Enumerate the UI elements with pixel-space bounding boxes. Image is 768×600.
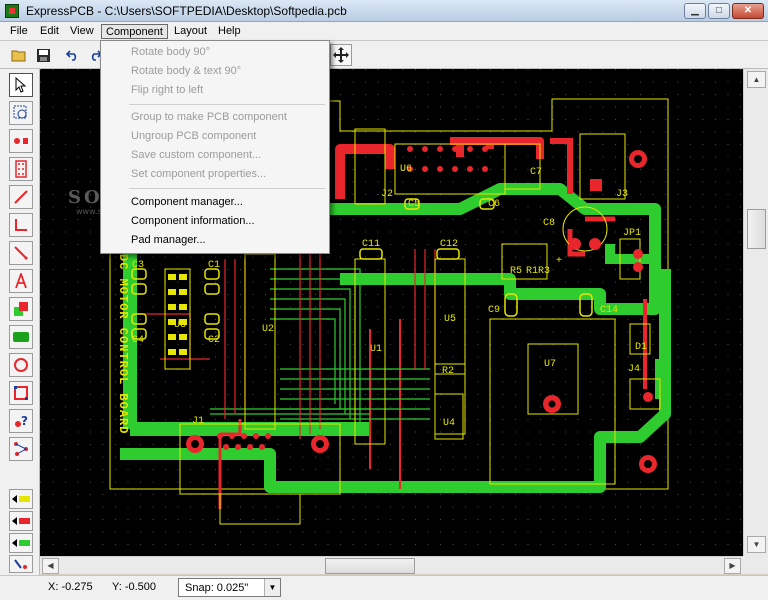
scroll-down-icon[interactable]: ▼ bbox=[747, 536, 766, 553]
maximize-button[interactable]: □ bbox=[708, 3, 730, 19]
select-arrow-icon[interactable] bbox=[9, 73, 33, 97]
menu-component-manager[interactable]: Component manager... bbox=[101, 193, 329, 212]
component-menu-dropdown: Rotate body 90° Rotate body & text 90° F… bbox=[100, 40, 330, 254]
vertical-scroll-thumb[interactable] bbox=[747, 209, 766, 249]
snap-value: Snap: 0.025" bbox=[185, 582, 249, 594]
app-icon bbox=[5, 4, 19, 18]
pad-icon[interactable] bbox=[9, 129, 33, 153]
label-c6: C6 bbox=[488, 199, 500, 210]
window-title: ExpressPCB - C:\Users\SOFTPEDIA\Desktop\… bbox=[26, 4, 347, 18]
menu-component[interactable]: Component bbox=[101, 24, 168, 39]
x-coordinate: X: -0.275 bbox=[48, 581, 93, 593]
label-d1: D1 bbox=[635, 342, 647, 353]
title-bar: ExpressPCB - C:\Users\SOFTPEDIA\Desktop\… bbox=[0, 0, 768, 22]
chevron-down-icon[interactable]: ▼ bbox=[264, 579, 280, 596]
label-c14: C14 bbox=[600, 305, 618, 316]
label-r3: R3 bbox=[538, 266, 550, 277]
menu-separator bbox=[129, 104, 325, 105]
trace-icon[interactable] bbox=[9, 185, 33, 209]
scroll-up-icon[interactable]: ▲ bbox=[747, 71, 766, 88]
label-c2: C2 bbox=[208, 335, 220, 346]
menu-view[interactable]: View bbox=[66, 24, 98, 39]
save-icon[interactable] bbox=[32, 44, 54, 66]
query-icon[interactable]: ? bbox=[9, 409, 33, 433]
menu-flip[interactable]: Flip right to left bbox=[101, 81, 329, 100]
label-c11: C11 bbox=[362, 239, 380, 250]
menu-set-properties[interactable]: Set component properties... bbox=[101, 165, 329, 184]
menu-ungroup[interactable]: Ungroup PCB component bbox=[101, 127, 329, 146]
scroll-left-icon[interactable]: ◀ bbox=[42, 558, 59, 574]
menu-pad-manager[interactable]: Pad manager... bbox=[101, 231, 329, 250]
corner-trace-icon[interactable] bbox=[9, 213, 33, 237]
ground-plane-icon[interactable] bbox=[9, 325, 33, 349]
label-c7: C7 bbox=[530, 167, 542, 178]
label-u5: U5 bbox=[444, 314, 456, 325]
y-coordinate: Y: -0.500 bbox=[112, 581, 157, 593]
rectangle-icon[interactable] bbox=[9, 381, 33, 405]
zoom-select-icon[interactable] bbox=[9, 101, 33, 125]
scrollbar-corner bbox=[743, 556, 768, 574]
label-j2: J2 bbox=[381, 189, 393, 200]
menu-edit[interactable]: Edit bbox=[36, 24, 63, 39]
layer-toggle-icon[interactable] bbox=[9, 555, 33, 573]
vertical-scrollbar[interactable]: ▲ ▼ bbox=[743, 69, 768, 556]
label-plus: + bbox=[556, 256, 562, 267]
undo-icon[interactable] bbox=[62, 44, 84, 66]
menu-help[interactable]: Help bbox=[214, 24, 245, 39]
close-button[interactable]: ✕ bbox=[732, 3, 764, 19]
label-r5: R5 bbox=[510, 266, 522, 277]
label-c8: C8 bbox=[543, 218, 555, 229]
fill-plane-icon[interactable] bbox=[9, 297, 33, 321]
menu-group[interactable]: Group to make PCB component bbox=[101, 108, 329, 127]
diagonal-trace-icon[interactable] bbox=[9, 241, 33, 265]
open-folder-icon[interactable] bbox=[8, 44, 30, 66]
label-j1: J1 bbox=[192, 416, 204, 427]
label-r2: R2 bbox=[442, 366, 454, 377]
circle-icon[interactable] bbox=[9, 353, 33, 377]
menu-separator bbox=[129, 188, 325, 189]
label-c12: C12 bbox=[440, 239, 458, 250]
layer-copper-bottom-icon[interactable] bbox=[9, 533, 33, 553]
horizontal-scroll-thumb[interactable] bbox=[325, 558, 415, 574]
menu-layout[interactable]: Layout bbox=[170, 24, 211, 39]
label-j4: J4 bbox=[628, 364, 640, 375]
horizontal-scrollbar[interactable]: ◀ ▶ bbox=[40, 556, 743, 574]
label-jp1: JP1 bbox=[623, 228, 641, 239]
netlist-icon[interactable] bbox=[9, 437, 33, 461]
menu-component-information[interactable]: Component information... bbox=[101, 212, 329, 231]
menu-rotate-body[interactable]: Rotate body 90° bbox=[101, 43, 329, 62]
tool-palette: ? bbox=[0, 69, 40, 575]
layer-copper-top-icon[interactable] bbox=[9, 511, 33, 531]
menu-save-custom[interactable]: Save custom component... bbox=[101, 146, 329, 165]
label-u1: U1 bbox=[370, 344, 382, 355]
component-icon[interactable] bbox=[9, 157, 33, 181]
menu-rotate-body-text[interactable]: Rotate body & text 90° bbox=[101, 62, 329, 81]
label-u2: U2 bbox=[262, 324, 274, 335]
svg-text:?: ? bbox=[21, 414, 28, 428]
label-r1: R1 bbox=[526, 266, 538, 277]
label-j3: J3 bbox=[616, 189, 628, 200]
status-bar: X: -0.275 Y: -0.500 Snap: 0.025" ▼ bbox=[0, 575, 768, 600]
label-c4: C4 bbox=[132, 335, 144, 346]
label-u3: U3 bbox=[174, 320, 186, 331]
menu-bar: File Edit View Component Layout Help bbox=[0, 22, 768, 41]
label-u6: U6 bbox=[400, 164, 412, 175]
snap-select[interactable]: Snap: 0.025" ▼ bbox=[178, 578, 281, 597]
label-c9: C9 bbox=[488, 305, 500, 316]
minimize-button[interactable]: ▁ bbox=[684, 3, 706, 19]
label-c1: C1 bbox=[208, 260, 220, 271]
label-u4: U4 bbox=[443, 418, 455, 429]
menu-file[interactable]: File bbox=[6, 24, 32, 39]
label-c5: C5 bbox=[408, 199, 420, 210]
label-c3: C3 bbox=[132, 260, 144, 271]
label-u7: U7 bbox=[544, 359, 556, 370]
layer-top-icon[interactable] bbox=[9, 489, 33, 509]
scroll-right-icon[interactable]: ▶ bbox=[724, 558, 741, 574]
text-icon[interactable] bbox=[9, 269, 33, 293]
move-icon[interactable] bbox=[330, 44, 352, 66]
board-title: DC MOTOR CONTROL BOARD bbox=[116, 254, 130, 434]
